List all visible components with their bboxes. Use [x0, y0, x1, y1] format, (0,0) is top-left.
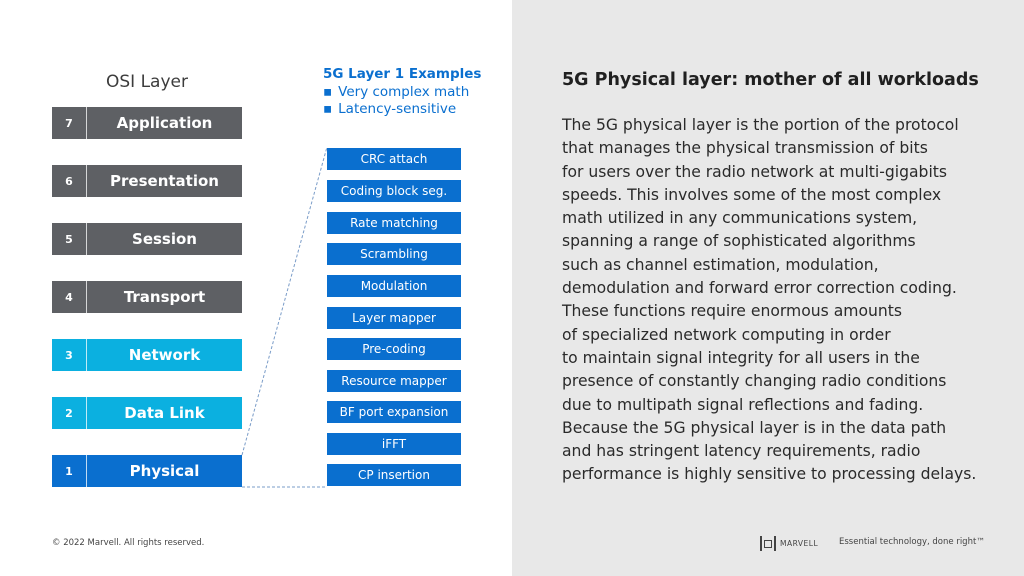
- layer-name: Application: [116, 114, 213, 132]
- layer-name: Data Link: [124, 404, 205, 422]
- body-line: and has stringent latency requirements, …: [562, 442, 921, 461]
- layer-name: Transport: [123, 288, 206, 306]
- osi-layer-4: 4 Transport: [52, 281, 242, 313]
- body-line: of specialized network computing in orde…: [562, 325, 891, 344]
- step-box: Coding block seg.: [327, 180, 461, 202]
- layer-number: 5: [52, 223, 87, 255]
- layer-name: Presentation: [110, 172, 219, 190]
- examples-bullet: Latency-sensitive: [323, 101, 481, 119]
- body-line: presence of constantly changing radio co…: [562, 372, 947, 391]
- panel-body: The 5G physical layer is the portion of …: [562, 114, 1002, 487]
- layer-number: 1: [52, 455, 87, 487]
- body-line: math utilized in any communications syst…: [562, 209, 918, 228]
- marvell-logo: MARVELL: [760, 536, 818, 551]
- layer-number: 6: [52, 165, 87, 197]
- osi-layer-title: OSI Layer: [106, 72, 188, 92]
- layer-name: Physical: [129, 462, 200, 480]
- osi-layer-7: 7 Application: [52, 107, 242, 139]
- step-box: CP insertion: [327, 464, 461, 486]
- osi-layer-6: 6 Presentation: [52, 165, 242, 197]
- body-line: due to multipath signal reflections and …: [562, 395, 924, 414]
- body-line: spanning a range of sophisticated algori…: [562, 232, 916, 251]
- body-line: These functions require enormous amounts: [562, 302, 902, 321]
- examples-title: 5G Layer 1 Examples: [323, 66, 482, 82]
- body-line: Because the 5G physical layer is in the …: [562, 418, 947, 437]
- osi-layer-1: 1 Physical: [52, 455, 242, 487]
- body-line: demodulation and forward error correctio…: [562, 279, 957, 298]
- osi-layer-2: 2 Data Link: [52, 397, 242, 429]
- body-line: The 5G physical layer is the portion of …: [562, 116, 959, 134]
- copyright-notice: © 2022 Marvell. All rights reserved.: [52, 538, 205, 548]
- step-box: Resource mapper: [327, 370, 461, 392]
- layer-number: 3: [52, 339, 87, 371]
- panel-title: 5G Physical layer: mother of all workloa…: [562, 70, 979, 90]
- step-box: Layer mapper: [327, 307, 461, 329]
- osi-layer-5: 5 Session: [52, 223, 242, 255]
- step-box: BF port expansion: [327, 401, 461, 423]
- step-box: iFFT: [327, 433, 461, 455]
- step-box: Modulation: [327, 275, 461, 297]
- step-box: Rate matching: [327, 212, 461, 234]
- connector-diagonal-line: [241, 146, 328, 456]
- marvell-logo-icon: [760, 536, 776, 551]
- body-line: to maintain signal integrity for all use…: [562, 348, 920, 367]
- body-line: such as channel estimation, modulation,: [562, 255, 879, 274]
- step-box: CRC attach: [327, 148, 461, 170]
- logo-wordmark: MARVELL: [780, 539, 819, 548]
- layer-name: Session: [132, 230, 197, 248]
- step-box: Pre-coding: [327, 338, 461, 360]
- step-box: Scrambling: [327, 243, 461, 265]
- body-line: speeds. This involves some of the most c…: [562, 185, 942, 204]
- body-line: performance is highly sensitive to proce…: [562, 465, 977, 484]
- examples-header: 5G Layer 1 Examples Very complex math La…: [323, 66, 481, 119]
- osi-layer-3: 3 Network: [52, 339, 242, 371]
- body-line: for users over the radio network at mult…: [562, 162, 948, 181]
- layer-number: 4: [52, 281, 87, 313]
- tagline: Essential technology, done right™: [839, 537, 985, 547]
- layer-name: Network: [128, 346, 201, 364]
- body-line: that manages the physical transmission o…: [562, 139, 928, 158]
- layer-number: 2: [52, 397, 87, 429]
- examples-bullet: Very complex math: [323, 84, 481, 102]
- layer-number: 7: [52, 107, 87, 139]
